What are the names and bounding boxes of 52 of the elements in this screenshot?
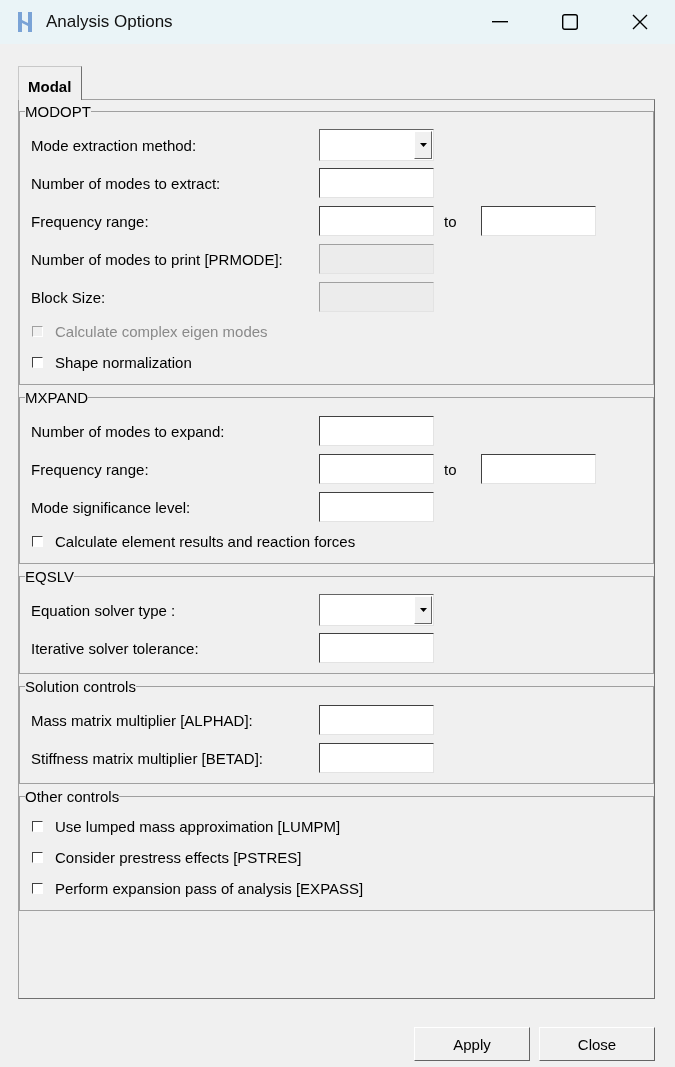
field-label: Number of modes to extract: (31, 174, 222, 192)
caret-icon (419, 608, 427, 612)
caret-icon (419, 143, 427, 147)
group-title: Solution controls (25, 678, 136, 695)
input-field[interactable] (481, 454, 596, 484)
field-label: Frequency range: (31, 212, 150, 230)
checkbox-label: Shape normalization (55, 354, 192, 371)
input-field[interactable] (319, 492, 434, 522)
group-title: MXPAND (25, 389, 89, 406)
field-label: Frequency range: (31, 460, 150, 478)
checkbox[interactable] (32, 357, 43, 368)
checkbox-label: Use lumped mass approximation [LUMPM] (55, 818, 341, 835)
input-field[interactable] (481, 206, 596, 236)
field-label: Iterative solver tolerance: (31, 639, 200, 657)
field-label: Mode extraction method: (31, 136, 198, 154)
checkbox[interactable] (32, 883, 43, 894)
close-icon (632, 14, 648, 30)
checkbox-label: Calculate complex eigen modes (55, 323, 268, 340)
dropdown[interactable] (319, 594, 434, 626)
input-field[interactable] (319, 454, 434, 484)
input-field[interactable] (319, 416, 434, 446)
input-field[interactable] (319, 206, 434, 236)
app-logo-icon (16, 11, 34, 33)
field-label: Number of modes to expand: (31, 422, 226, 440)
field-label: Mass matrix multiplier [ALPHAD]: (31, 711, 254, 729)
window-title: Analysis Options (46, 12, 174, 32)
input-field[interactable] (319, 705, 434, 735)
field-label: Mode significance level: (31, 498, 192, 516)
field-label: Equation solver type : (31, 601, 177, 619)
input-field[interactable] (319, 743, 434, 773)
dropdown[interactable] (319, 129, 434, 161)
group-title: Other controls (25, 788, 120, 805)
checkbox-label: Calculate element results and reaction forces (55, 533, 356, 550)
checkbox[interactable] (32, 852, 43, 863)
dialog-button[interactable]: Close (539, 1027, 655, 1061)
field-label: Number of modes to print [PRMODE]: (31, 250, 284, 268)
checkbox[interactable] (32, 821, 43, 832)
field-label: Stiffness matrix multiplier [BETAD]: (31, 749, 264, 767)
group-title: MODOPT (25, 103, 91, 120)
range-separator: to (443, 460, 458, 478)
input-field[interactable] (319, 633, 434, 663)
maximize-icon (562, 14, 578, 30)
checkbox[interactable] (32, 536, 43, 547)
tab[interactable]: Modal (18, 66, 83, 100)
checkbox-label: Consider prestress effects [PSTRES] (55, 849, 302, 866)
input-field[interactable] (319, 168, 434, 198)
minimize-icon (492, 21, 508, 23)
dialog-button[interactable]: Apply (414, 1027, 530, 1061)
field-label: Block Size: (31, 288, 107, 306)
range-separator: to (443, 212, 458, 230)
checkbox-label: Perform expansion pass of analysis [EXPASS] (55, 880, 364, 897)
group-title: EQSLV (25, 568, 74, 585)
